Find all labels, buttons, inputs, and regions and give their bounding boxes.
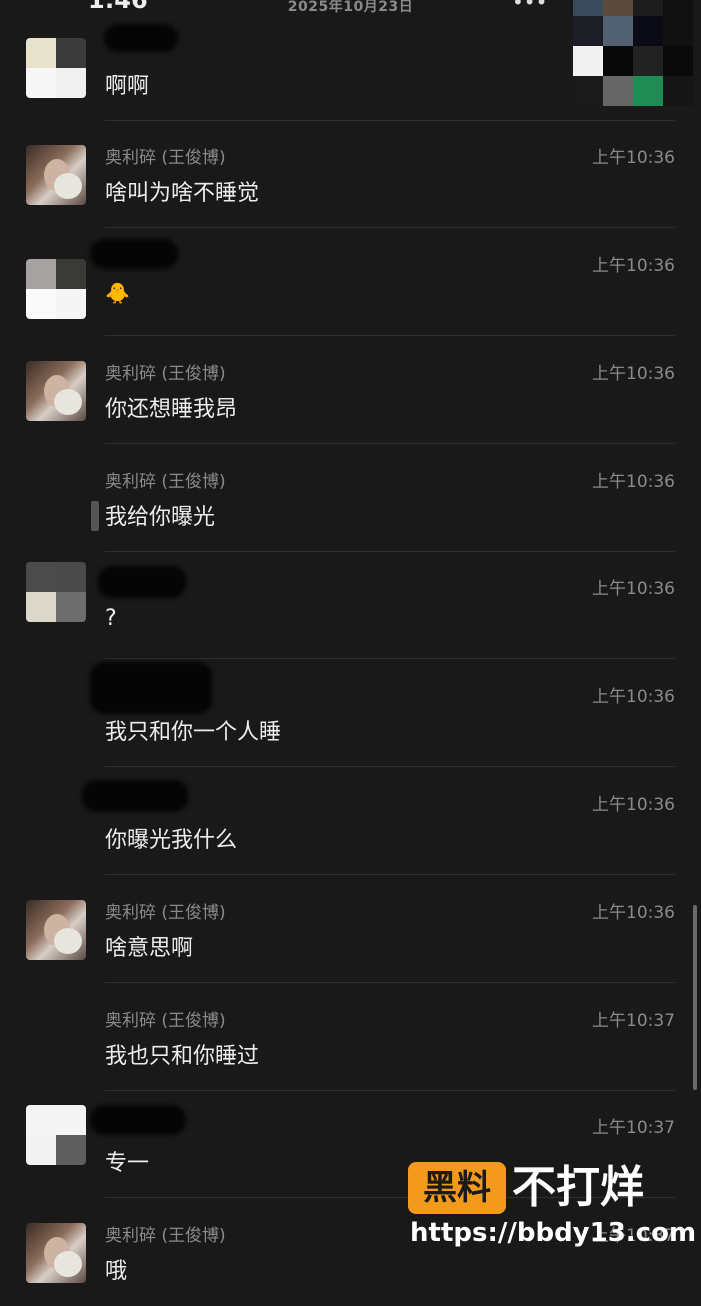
sender-name: 奥利碎 (王俊博) (105, 472, 226, 492)
message-text: ? (105, 606, 117, 631)
message-text: 你曝光我什么 (105, 828, 238, 853)
avatar[interactable] (26, 1105, 86, 1165)
message-text: 哦 (105, 1259, 128, 1284)
sender-name: 奥利碎 (王俊博) (105, 364, 226, 384)
divider (105, 982, 675, 983)
message-item[interactable]: 上午10:36 你曝光我什么 (0, 768, 701, 875)
watermark-logo: 黑料 不打烊 https://bbdy13.com (408, 1162, 696, 1262)
sender-name: 奥利碎 (王俊博) (105, 148, 226, 168)
message-text: 你还想睡我昂 (105, 397, 238, 422)
message-time: 上午10:36 (592, 472, 675, 492)
message-time: 上午10:37 (592, 1118, 675, 1138)
message-item[interactable]: 奥利碎 (王俊博) 上午10:37 我也只和你睡过 (0, 984, 701, 1091)
message-time: 上午10:36 (592, 364, 675, 384)
message-text: 啥意思啊 (105, 936, 194, 961)
message-item[interactable]: 奥利碎 (王俊博) 上午10:36 我给你曝光 (0, 445, 701, 552)
watermark-badge: 黑料 (408, 1162, 506, 1214)
message-text: 我给你曝光 (105, 505, 216, 530)
message-time: 上午10:36 (592, 903, 675, 923)
message-time: 上午10:36 (592, 687, 675, 707)
chick-emoji-icon: 🐥 (105, 281, 130, 305)
divider (105, 335, 675, 336)
divider (105, 766, 675, 767)
divider (105, 658, 675, 659)
message-time: 上午10:36 (592, 795, 675, 815)
avatar[interactable] (26, 900, 86, 960)
avatar[interactable] (26, 1223, 86, 1283)
avatar[interactable] (26, 145, 86, 205)
divider (105, 227, 675, 228)
avatar[interactable] (26, 259, 86, 319)
message-item[interactable]: 奥利碎 (王俊博) 上午10:36 你还想睡我昂 (0, 337, 701, 444)
message-time: 上午10:36 (592, 579, 675, 599)
divider (105, 443, 675, 444)
avatar[interactable] (26, 361, 86, 421)
message-item[interactable]: 奥利碎 (王俊博) 上午10:36 啥意思啊 (0, 876, 701, 983)
message-item[interactable]: 上午10:36 ? (0, 552, 701, 659)
message-time: 上午10:36 (592, 148, 675, 168)
watermark-title: 不打烊 (512, 1162, 644, 1213)
message-time: 上午10:36 (592, 256, 675, 276)
message-text: 啊啊 (105, 74, 150, 99)
sender-name: 奥利碎 (王俊博) (105, 903, 226, 923)
message-item[interactable]: 啊啊 (0, 14, 701, 121)
avatar[interactable] (26, 562, 86, 622)
message-text: 啥叫为啥不睡觉 (105, 181, 260, 206)
message-time: 上午10:37 (592, 1011, 675, 1031)
message-text: 我也只和你睡过 (105, 1044, 260, 1069)
message-item[interactable]: 奥利碎 (王俊博) 上午10:36 啥叫为啥不睡觉 (0, 121, 701, 228)
watermark-url: https://bbdy13.com (410, 1218, 697, 1248)
message-text: 专一 (105, 1151, 150, 1176)
avatar[interactable] (26, 38, 86, 98)
message-text: 我只和你一个人睡 (105, 720, 282, 745)
sender-name: 奥利碎 (王俊博) (105, 1011, 226, 1031)
scrollbar[interactable] (693, 905, 697, 1090)
divider (105, 874, 675, 875)
sender-name: 奥利碎 (王俊博) (105, 1226, 226, 1246)
wifi-icon: ••• (512, 0, 548, 14)
message-item[interactable]: 上午10:36 我只和你一个人睡 (0, 660, 701, 767)
message-item[interactable]: 上午10:36 🐥 (0, 229, 701, 336)
